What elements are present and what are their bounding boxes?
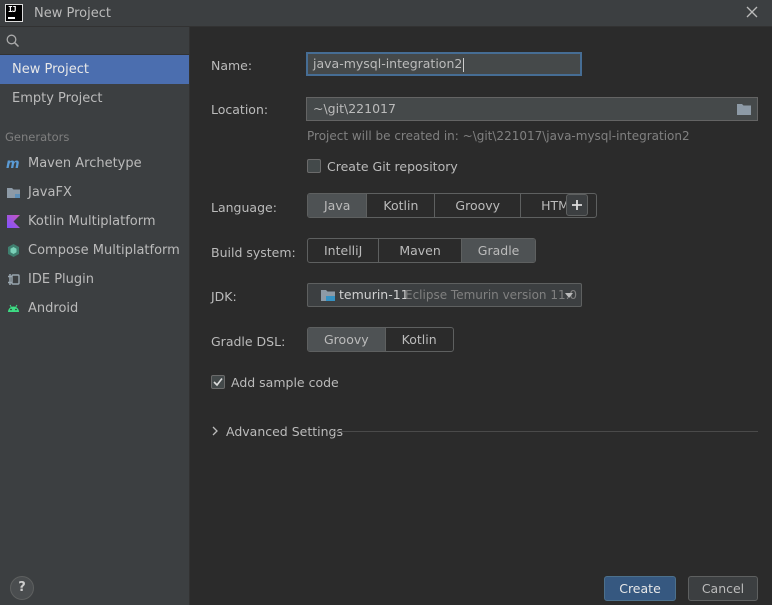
android-icon xyxy=(8,304,19,312)
logo-text: IJ xyxy=(8,5,17,14)
plugin-icon xyxy=(8,274,20,285)
language-option-java[interactable]: Java xyxy=(308,194,368,217)
project-form: Name: java-mysql-integration2 Location: … xyxy=(191,27,772,605)
sample-code-label: Add sample code xyxy=(231,375,339,390)
create-button[interactable]: Create xyxy=(604,576,676,601)
generator-label: Kotlin Multiplatform xyxy=(28,214,156,229)
location-input[interactable]: ~\git\221017 xyxy=(306,97,758,121)
language-label: Language: xyxy=(211,200,277,215)
gradle-dsl-selector: Groovy Kotlin xyxy=(307,327,454,352)
name-input[interactable]: java-mysql-integration2 xyxy=(306,52,582,76)
gradle-dsl-label: Gradle DSL: xyxy=(211,334,286,349)
name-value: java-mysql-integration2 xyxy=(313,56,463,71)
cancel-button[interactable]: Cancel xyxy=(688,576,758,601)
jdk-name: temurin-11 xyxy=(339,287,409,302)
generator-label: JavaFX xyxy=(28,185,72,200)
maven-icon: m xyxy=(6,157,20,171)
generator-label: Maven Archetype xyxy=(28,156,142,171)
generator-label: Compose Multiplatform xyxy=(28,243,180,258)
sidebar-item-ide-plugin[interactable]: IDE Plugin xyxy=(0,265,189,294)
kotlin-icon xyxy=(7,215,20,228)
chevron-right-icon xyxy=(212,426,218,436)
help-button[interactable]: ? xyxy=(10,576,34,600)
build-option-gradle[interactable]: Gradle xyxy=(461,239,536,262)
build-system-selector: IntelliJ Maven Gradle xyxy=(307,238,537,263)
sidebar-item-maven-archetype[interactable]: m Maven Archetype xyxy=(0,149,189,178)
plus-icon xyxy=(572,200,582,210)
svg-text:m: m xyxy=(6,157,20,171)
checkmark-icon xyxy=(213,378,223,387)
dsl-option-groovy[interactable]: Groovy xyxy=(308,328,386,351)
sidebar-item-kotlin-multiplatform[interactable]: Kotlin Multiplatform xyxy=(0,207,189,236)
close-button[interactable] xyxy=(744,4,760,20)
title-bar: IJ New Project xyxy=(0,0,772,27)
build-option-maven[interactable]: Maven xyxy=(379,239,462,262)
name-label: Name: xyxy=(211,58,253,73)
jdk-label: JDK: xyxy=(211,289,237,304)
search-icon xyxy=(6,34,20,48)
language-option-kotlin[interactable]: Kotlin xyxy=(367,194,436,217)
sidebar-item-new-project[interactable]: New Project xyxy=(0,55,189,84)
build-option-intellij[interactable]: IntelliJ xyxy=(308,239,380,262)
browse-folder-icon[interactable] xyxy=(736,102,752,116)
jdk-dropdown[interactable]: temurin-11 Eclipse Temurin version 11.0 xyxy=(307,283,582,307)
sidebar-item-empty-project[interactable]: Empty Project xyxy=(0,84,189,113)
sample-code-checkbox[interactable] xyxy=(211,375,225,389)
chevron-down-icon xyxy=(565,293,573,298)
sidebar-item-javafx[interactable]: JavaFX xyxy=(0,178,189,207)
sidebar-item-android[interactable]: Android xyxy=(0,294,189,323)
close-icon xyxy=(746,6,758,18)
generator-label: Android xyxy=(28,301,79,316)
language-option-groovy[interactable]: Groovy xyxy=(435,194,522,217)
location-hint: Project will be created in: ~\git\221017… xyxy=(307,129,690,143)
add-language-button[interactable] xyxy=(566,194,588,216)
sidebar-search[interactable] xyxy=(0,27,189,55)
location-label: Location: xyxy=(211,102,269,117)
intellij-logo-icon: IJ xyxy=(5,4,23,22)
sidebar: New Project Empty Project Generators m M… xyxy=(0,27,190,605)
window-title: New Project xyxy=(34,6,111,21)
location-value: ~\git\221017 xyxy=(313,101,396,116)
advanced-settings-label: Advanced Settings xyxy=(226,424,343,439)
git-label: Create Git repository xyxy=(327,159,458,174)
build-system-label: Build system: xyxy=(211,245,296,260)
jdk-version: Eclipse Temurin version 11.0 xyxy=(405,288,578,302)
folder-icon xyxy=(7,188,20,198)
sidebar-item-compose-multiplatform[interactable]: Compose Multiplatform xyxy=(0,236,189,265)
compose-icon xyxy=(8,244,19,257)
git-checkbox[interactable] xyxy=(307,159,321,173)
generator-label: IDE Plugin xyxy=(28,272,94,287)
dsl-option-kotlin[interactable]: Kotlin xyxy=(386,328,453,351)
language-selector: Java Kotlin Groovy HTML xyxy=(307,193,597,218)
jdk-folder-icon xyxy=(321,290,335,301)
advanced-divider xyxy=(332,431,758,432)
generators-heading: Generators xyxy=(5,130,70,144)
